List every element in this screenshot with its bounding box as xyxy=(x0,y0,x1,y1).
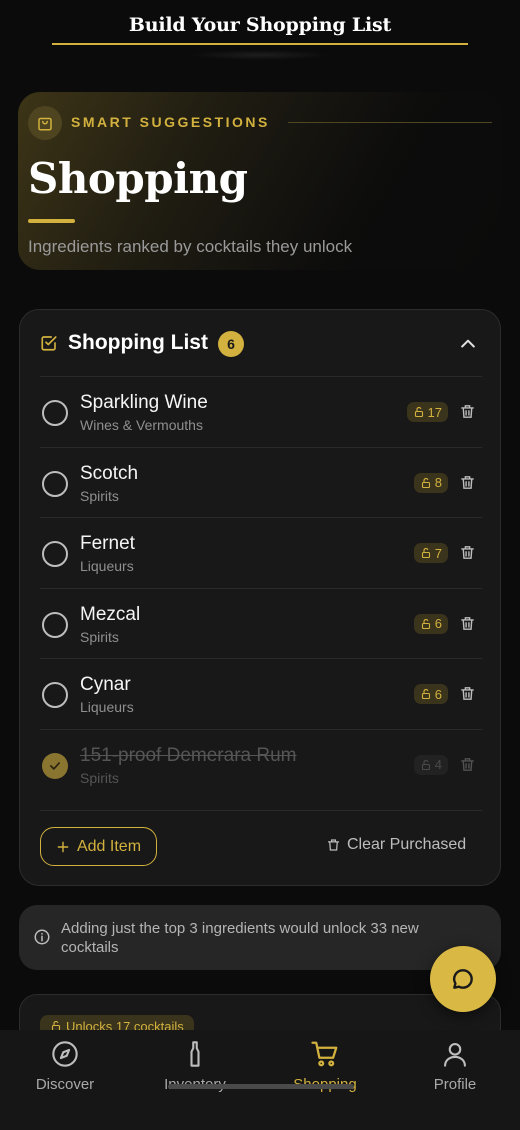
clear-purchased-label: Clear Purchased xyxy=(347,836,467,853)
list-item[interactable]: Scotch Spirits 8 xyxy=(40,446,482,518)
trash-icon[interactable] xyxy=(459,615,476,632)
shopping-bag-icon xyxy=(28,106,62,140)
unlock-icon xyxy=(421,477,430,488)
user-icon xyxy=(390,1038,520,1070)
unlock-count-badge: 6 xyxy=(413,684,448,704)
purchase-checkbox[interactable] xyxy=(42,682,68,708)
unlock-count: 7 xyxy=(434,545,442,561)
home-indicator xyxy=(168,1084,354,1089)
eyebrow-divider xyxy=(288,122,492,123)
purchase-checkbox[interactable] xyxy=(42,470,68,497)
trash-icon[interactable] xyxy=(459,403,476,420)
trash-icon[interactable] xyxy=(459,756,476,773)
item-count-badge: 6 xyxy=(218,331,244,357)
item-name: Fernet xyxy=(80,533,135,554)
unlock-count: 6 xyxy=(434,616,442,631)
unlock-icon xyxy=(421,759,430,770)
list-item[interactable]: Cynar Liqueurs 6 xyxy=(40,658,482,729)
bottle-icon xyxy=(130,1038,260,1070)
card-footer-divider xyxy=(40,810,482,811)
trash-icon[interactable] xyxy=(459,685,476,702)
unlock-icon xyxy=(421,547,430,559)
bottom-tab-bar: Discover Inventory Shopping Profile xyxy=(0,1030,520,1130)
trash-icon[interactable] xyxy=(459,474,476,491)
item-name: 151-proof Demerara Rum xyxy=(80,744,297,766)
list-item[interactable]: Mezcal Spirits 6 xyxy=(40,587,482,659)
tab-profile[interactable]: Profile xyxy=(390,1038,520,1098)
unlock-count-badge: 7 xyxy=(413,543,448,563)
cart-icon xyxy=(260,1038,390,1070)
item-category: Spirits xyxy=(80,487,119,504)
tab-inventory[interactable]: Inventory xyxy=(130,1038,260,1098)
checkmark-icon xyxy=(50,761,60,770)
page-subtitle: Ingredients ranked by cocktails they unl… xyxy=(28,237,353,256)
tab-discover[interactable]: Discover xyxy=(0,1038,130,1098)
tab-label: Discover xyxy=(35,1076,95,1093)
list-item[interactable]: Sparkling Wine Wines & Vermouths 17 xyxy=(40,376,482,447)
tab-label: Profile xyxy=(433,1076,477,1093)
page-header-title: Build Your Shopping List xyxy=(128,14,392,36)
add-item-button[interactable]: Add Item xyxy=(40,827,157,866)
add-item-label: Add Item xyxy=(76,837,142,855)
item-category: Liqueurs xyxy=(80,558,134,574)
trash-icon[interactable] xyxy=(459,544,476,561)
unlock-count-badge: 6 xyxy=(413,613,448,634)
purchase-checkbox[interactable] xyxy=(42,611,68,638)
unlock-icon xyxy=(421,688,430,700)
trash-icon xyxy=(327,839,340,851)
chevron-up-icon[interactable] xyxy=(458,334,478,354)
item-name: Mezcal xyxy=(80,603,141,625)
item-category: Wines & Vermouths xyxy=(80,417,203,433)
checklist-icon xyxy=(41,336,57,351)
purchase-checkbox[interactable] xyxy=(42,400,68,426)
compass-icon xyxy=(0,1038,130,1070)
unlock-count-badge: 8 xyxy=(413,472,448,493)
unlock-icon xyxy=(414,406,423,418)
header-shadow xyxy=(190,50,330,60)
shopping-list-header[interactable]: Shopping List 6 xyxy=(20,310,500,376)
hero-eyebrow: SMART SUGGESTIONS xyxy=(71,114,270,130)
shopping-list-items: Sparkling Wine Wines & Vermouths 17 Scot… xyxy=(40,376,482,799)
unlock-count-badge: 17 xyxy=(406,402,448,422)
list-item[interactable]: Fernet Liqueurs 7 xyxy=(40,517,482,588)
clear-purchased-button[interactable]: Clear Purchased xyxy=(326,836,466,854)
header-underline xyxy=(52,43,468,45)
unlock-count: 6 xyxy=(434,686,442,702)
chat-fab-button[interactable] xyxy=(430,946,496,1012)
info-icon xyxy=(34,929,50,945)
item-name: Cynar xyxy=(80,674,131,695)
shopping-list-title: Shopping List xyxy=(68,331,208,354)
unlock-count: 17 xyxy=(427,404,442,420)
item-category: Spirits xyxy=(80,769,119,786)
tip-banner: Adding just the top 3 ingredients would … xyxy=(19,905,501,970)
unlock-count: 8 xyxy=(434,475,442,490)
top-bar: Build Your Shopping List xyxy=(0,0,520,60)
purchase-checkbox[interactable] xyxy=(42,541,68,567)
item-category: Spirits xyxy=(80,628,119,645)
page-title: Shopping xyxy=(28,154,248,203)
list-item-purchased[interactable]: 151-proof Demerara Rum Spirits 4 xyxy=(40,728,482,800)
item-name: Sparkling Wine xyxy=(80,392,208,413)
item-category: Liqueurs xyxy=(80,699,134,715)
shopping-list-card: Shopping List 6 Sparkling Wine Wines & V… xyxy=(19,309,501,886)
item-name: Scotch xyxy=(80,462,139,484)
purchase-checkbox-checked[interactable] xyxy=(42,752,68,779)
tab-shopping[interactable]: Shopping xyxy=(260,1038,390,1098)
title-accent-bar xyxy=(28,219,75,223)
chat-bubble-icon xyxy=(453,969,473,989)
unlock-icon xyxy=(421,618,430,629)
unlock-count-badge: 4 xyxy=(413,754,448,775)
unlock-count: 4 xyxy=(434,757,442,772)
plus-icon xyxy=(57,841,69,852)
tip-text: Adding just the top 3 ingredients would … xyxy=(61,920,419,956)
hero-section: SMART SUGGESTIONS Shopping Ingredients r… xyxy=(18,92,502,270)
